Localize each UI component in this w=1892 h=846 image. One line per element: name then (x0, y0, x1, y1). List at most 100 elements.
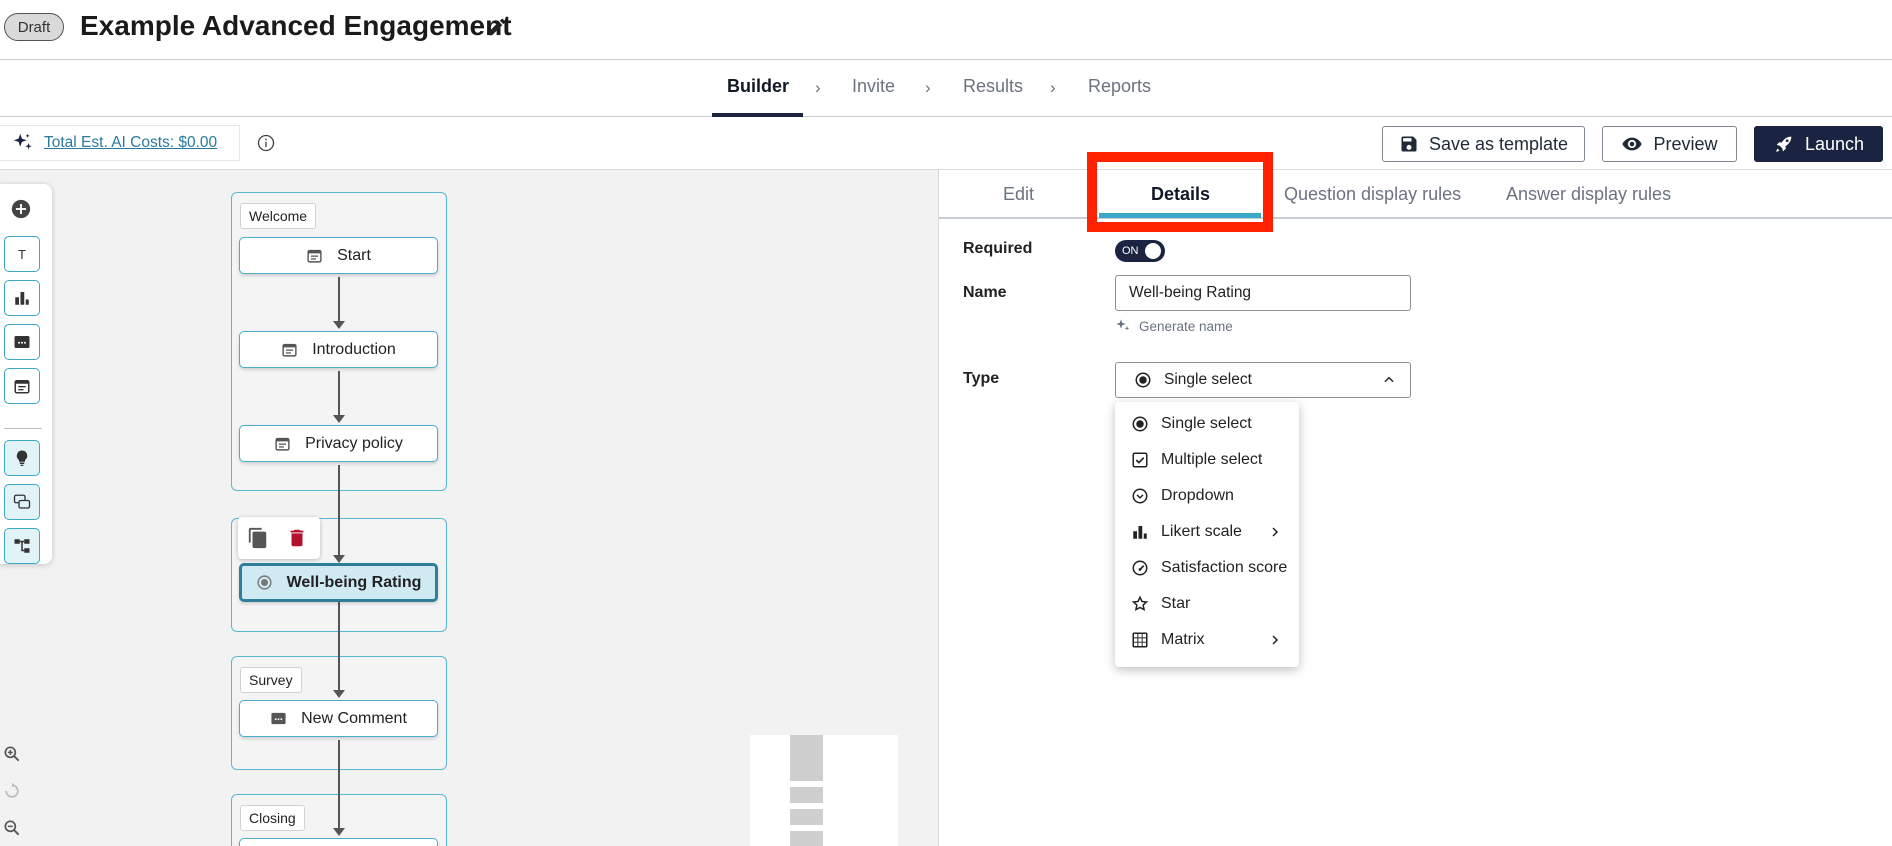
step-reports[interactable]: Reports (1088, 76, 1151, 97)
required-toggle[interactable]: ON (1115, 240, 1165, 262)
menu-item-matrix[interactable]: Matrix (1115, 622, 1299, 658)
palette-page-button[interactable] (4, 368, 40, 404)
launch-button[interactable]: Launch (1754, 126, 1883, 162)
type-select-value: Single select (1164, 371, 1252, 388)
name-field[interactable]: Well-being Rating (1115, 275, 1411, 311)
palette-divider (4, 428, 42, 429)
save-icon (1401, 136, 1417, 152)
palette-comment-button[interactable] (4, 324, 40, 360)
panel-tabs: Edit Details Question display rules Answ… (939, 170, 1892, 219)
lightbulb-icon (16, 450, 28, 466)
flow-node-privacy-policy[interactable]: Privacy policy (239, 425, 438, 462)
copy-icon[interactable] (247, 527, 269, 549)
calendar-icon (307, 249, 322, 263)
menu-item-single-select[interactable]: Single select (1115, 406, 1299, 442)
status-badge: Draft (4, 13, 64, 41)
page-title: Example Advanced Engagement (80, 10, 512, 41)
tab-answer-display-rules[interactable]: Answer display rules (1506, 184, 1671, 205)
flow-node-new-comment[interactable]: New Comment (239, 700, 438, 737)
step-builder[interactable]: Builder (727, 76, 789, 97)
menu-item-star[interactable]: Star (1115, 586, 1299, 622)
menu-item-label: Multiple select (1161, 451, 1263, 468)
minimap-block (790, 735, 823, 781)
chevron-up-icon (1384, 376, 1394, 383)
star-icon (1131, 595, 1149, 612)
trash-icon[interactable] (286, 527, 308, 549)
minimap[interactable] (750, 735, 898, 846)
annotation-highlight-box (1087, 152, 1273, 232)
flow-node-start[interactable]: Start (239, 237, 438, 274)
connector-arrow (333, 415, 345, 423)
step-separator: › (815, 78, 821, 97)
connector-arrow (333, 828, 345, 836)
zoom-out-icon[interactable] (2, 818, 22, 838)
connector-arrow (333, 321, 345, 329)
node-label: Privacy policy (305, 434, 403, 452)
step-navigation: Builder › Invite › Results › Reports (0, 60, 1892, 117)
ai-cost-link[interactable]: Total Est. AI Costs: $0.00 (44, 134, 217, 152)
palette-rating-button[interactable] (4, 280, 40, 316)
type-dropdown-menu: Single select Multiple select Dropdown L… (1115, 402, 1299, 667)
flow-canvas[interactable]: T Welcome Survey Closing Start Introduct… (0, 170, 938, 846)
info-icon[interactable] (256, 133, 276, 153)
required-label: Required (963, 240, 1033, 257)
palette-ai-insight-button[interactable] (4, 440, 40, 476)
flow-node-closing[interactable] (239, 838, 438, 846)
toggle-knob (1145, 243, 1161, 259)
group-label: Welcome (240, 203, 317, 229)
group-label: Survey (240, 667, 302, 693)
chevron-right-icon (1272, 527, 1279, 537)
tab-edit[interactable]: Edit (1003, 184, 1034, 205)
add-circle-icon[interactable] (10, 198, 32, 220)
sparkle-icon (13, 133, 32, 150)
flow-node-introduction[interactable]: Introduction (239, 331, 438, 368)
menu-item-label: Likert scale (1161, 523, 1242, 540)
comment-icon (14, 336, 30, 348)
step-results[interactable]: Results (963, 76, 1023, 97)
connector-line (338, 740, 340, 834)
step-separator: › (1050, 78, 1056, 97)
toolbar: Total Est. AI Costs: $0.00 Save as templ… (0, 117, 1892, 170)
preview-button[interactable]: Preview (1602, 126, 1737, 162)
menu-item-label: Single select (1161, 415, 1252, 432)
details-panel: Edit Details Question display rules Answ… (938, 152, 1892, 846)
menu-item-label: Dropdown (1161, 487, 1234, 504)
branch-icon (14, 539, 30, 553)
palette-ai-chat-button[interactable] (4, 484, 40, 520)
node-label: Well-being Rating (286, 573, 422, 591)
text-tool-icon: T (18, 246, 26, 262)
palette-branch-button[interactable] (4, 528, 40, 564)
zoom-in-icon[interactable] (2, 744, 22, 764)
generate-name-link[interactable]: Generate name (1115, 318, 1233, 334)
type-select[interactable]: Single select (1115, 362, 1411, 398)
ai-cost-summary: Total Est. AI Costs: $0.00 (0, 125, 240, 161)
connector-line (338, 277, 340, 327)
step-separator: › (925, 78, 931, 97)
minimap-block (790, 831, 823, 846)
group-label: Closing (240, 805, 305, 831)
node-action-toolbar (238, 517, 320, 559)
comment-icon (271, 712, 286, 725)
menu-item-satisfaction-score[interactable]: Satisfaction score (1115, 550, 1299, 586)
node-label: Introduction (312, 340, 396, 358)
save-as-template-button[interactable]: Save as template (1382, 126, 1585, 162)
menu-item-multiple-select[interactable]: Multiple select (1115, 442, 1299, 478)
menu-item-label: Matrix (1161, 631, 1205, 648)
palette-text-button[interactable]: T (4, 236, 40, 272)
connector-line (338, 371, 340, 421)
step-invite[interactable]: Invite (852, 76, 895, 97)
reset-zoom-icon[interactable] (2, 781, 22, 801)
dropdown-circle-icon (1132, 488, 1148, 504)
menu-item-likert-scale[interactable]: Likert scale (1115, 514, 1299, 550)
checkbox-icon (1132, 452, 1148, 468)
pencil-icon[interactable] (486, 16, 508, 38)
menu-item-dropdown[interactable]: Dropdown (1115, 478, 1299, 514)
flow-node-wellbeing-rating[interactable]: Well-being Rating (239, 563, 438, 602)
type-label: Type (963, 370, 1000, 387)
bar-chart-icon (1133, 526, 1147, 539)
radio-button-icon (257, 575, 272, 590)
minimap-block (790, 809, 823, 825)
tab-question-display-rules[interactable]: Question display rules (1284, 184, 1461, 205)
calendar-icon (14, 380, 30, 394)
calendar-icon (282, 343, 297, 357)
